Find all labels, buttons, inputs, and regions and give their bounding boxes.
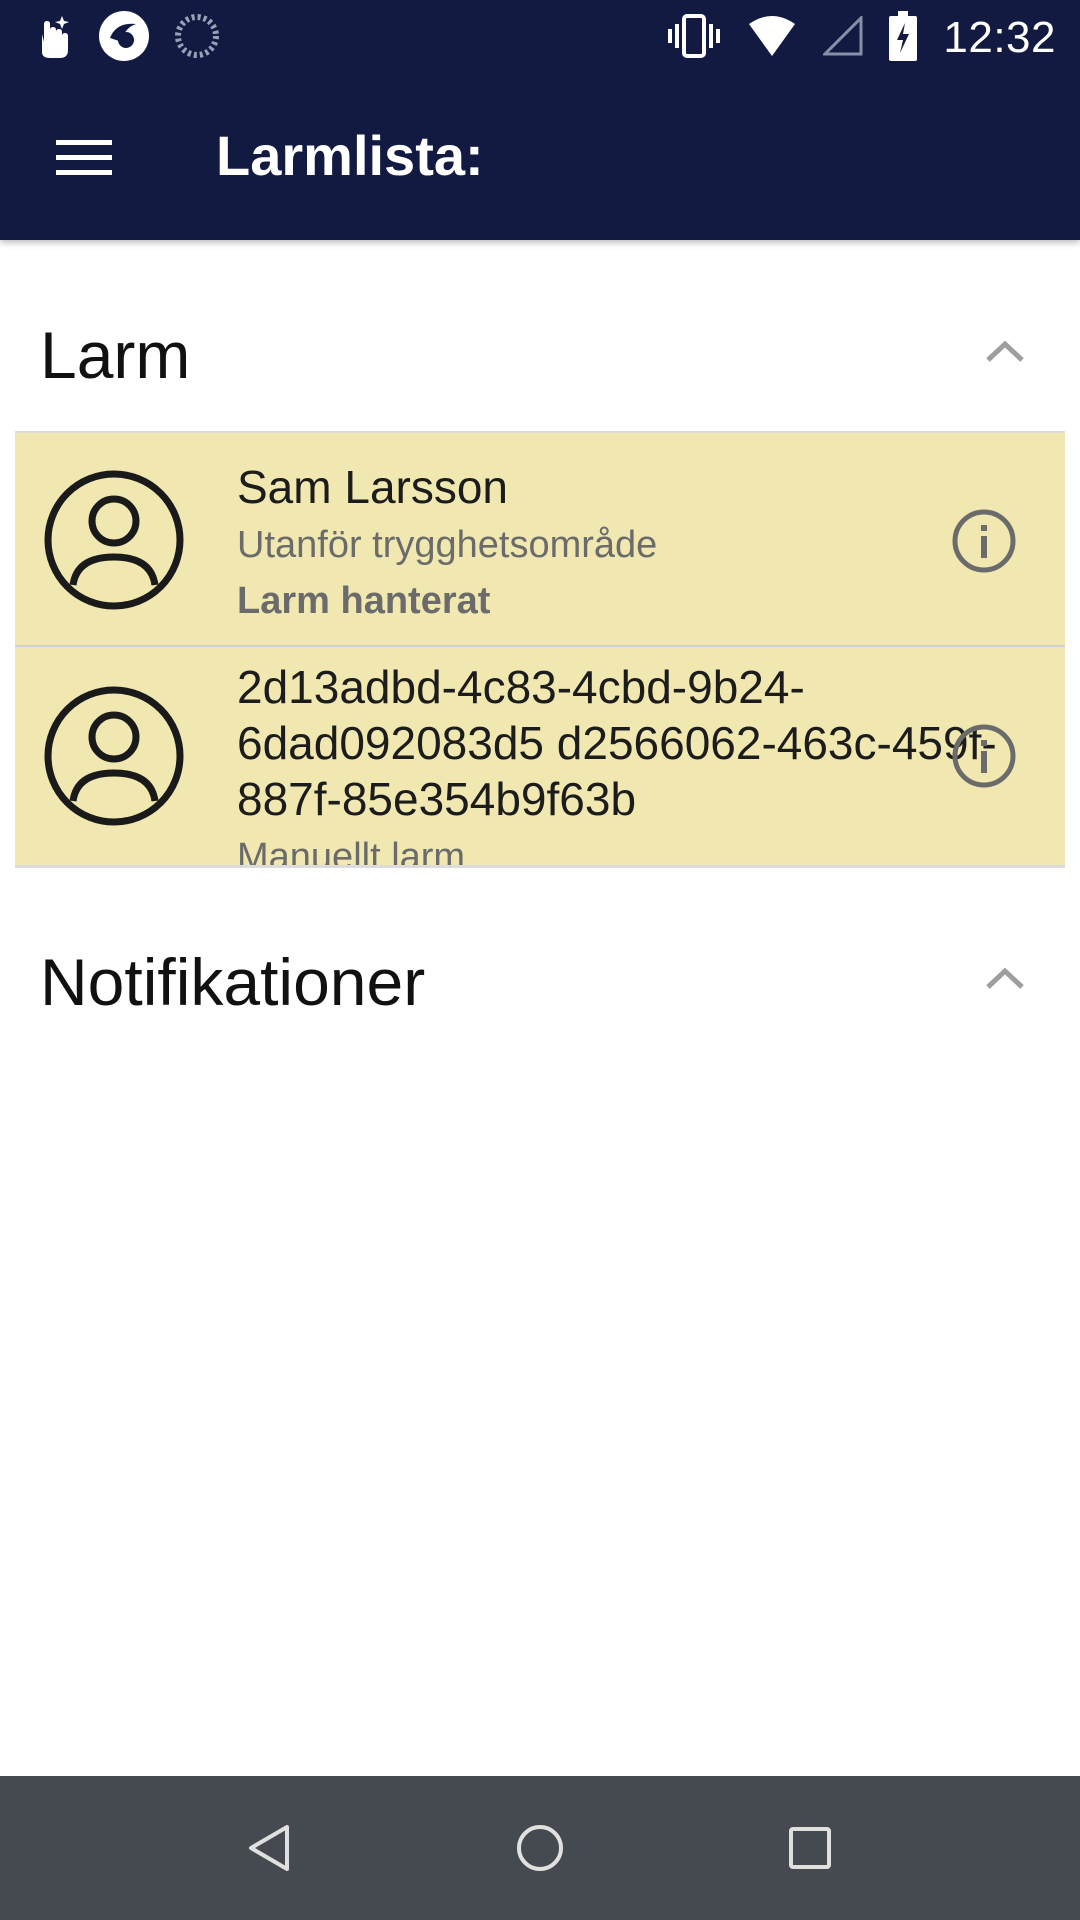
chevron-up-icon[interactable] [970,948,1040,1008]
vibrate-icon [667,12,721,65]
alarm-name: 2d13adbd-4c83-4cbd-9b24-6dad092083d5 d25… [237,661,997,825]
list-item[interactable]: Sam Larsson Utanför trygghetsområde Larm… [15,433,1065,647]
page-title: Larmlista: [216,124,484,187]
gesture-hand-icon [34,12,74,65]
alarm-status: Larm hanterat [237,580,491,622]
loading-circle-icon [174,13,220,64]
status-time: 12:32 [943,13,1056,62]
list-item[interactable]: 2d13adbd-4c83-4cbd-9b24-6dad092083d5 d25… [15,647,1065,868]
hamburger-menu-icon[interactable] [40,117,128,199]
alarm-subtitle: Manuellt larm [237,836,466,868]
section-header-notifications[interactable]: Notifikationer [0,918,1080,1038]
home-circle-icon[interactable] [504,1812,576,1884]
system-nav-bar [0,1776,1080,1920]
app-logo-icon [96,8,152,69]
wifi-icon [747,14,797,63]
info-icon[interactable] [951,508,1017,574]
section-header-alarms[interactable]: Larm [0,291,1080,411]
alarm-name: Sam Larsson [237,461,509,513]
info-icon[interactable] [951,723,1017,789]
cellular-signal-icon [821,13,863,61]
section-title-alarms: Larm [40,318,191,392]
user-avatar-icon [43,685,185,827]
user-avatar-icon [43,469,185,611]
section-title-notifications: Notifikationer [40,945,426,1019]
app-toolbar: Larmlista: [0,75,1080,240]
chevron-up-icon[interactable] [970,321,1040,381]
battery-charging-icon [889,10,918,66]
alarm-list: Sam Larsson Utanför trygghetsområde Larm… [15,431,1065,868]
status-bar: 12:32 [0,0,1080,75]
back-triangle-icon[interactable] [234,1812,306,1884]
alarm-subtitle: Utanför trygghetsområde [237,524,658,566]
recents-square-icon[interactable] [774,1812,846,1884]
